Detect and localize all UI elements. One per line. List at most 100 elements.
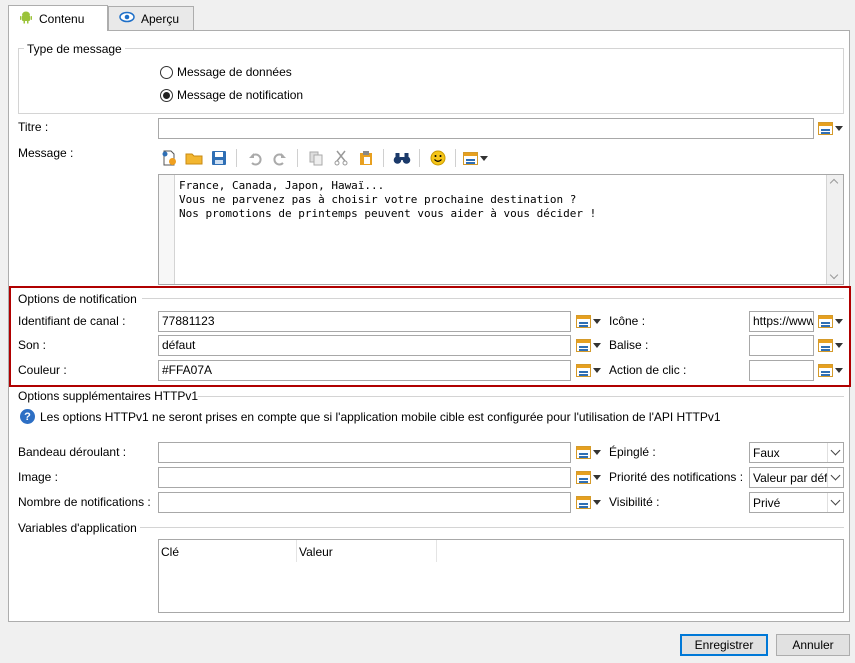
image-picker[interactable] <box>576 471 601 484</box>
insert-field-icon <box>818 122 833 135</box>
chevron-down-icon <box>593 343 601 348</box>
cut-icon[interactable] <box>330 148 351 169</box>
new-icon[interactable] <box>158 148 179 169</box>
channel-id-label: Identifiant de canal : <box>18 314 126 328</box>
android-icon <box>19 10 33 27</box>
eye-icon <box>119 11 135 26</box>
question-icon: ? <box>20 409 35 424</box>
message-text[interactable]: France, Canada, Japon, Hawaï... Vous ne … <box>179 179 596 221</box>
pinned-label: Épinglé : <box>609 445 656 459</box>
sound-input[interactable]: défaut <box>158 335 571 356</box>
message-editor[interactable]: France, Canada, Japon, Hawaï... Vous ne … <box>158 174 844 285</box>
click-action-input[interactable] <box>749 360 814 381</box>
color-picker[interactable] <box>576 364 601 377</box>
tab-content-label: Contenu <box>39 11 85 26</box>
chevron-down-icon[interactable] <box>827 468 843 487</box>
visibility-label: Visibilité : <box>609 495 660 509</box>
undo-icon[interactable] <box>244 148 265 169</box>
insert-field-icon <box>576 471 591 484</box>
icon-input[interactable]: https://www <box>749 311 814 332</box>
copy-icon[interactable] <box>305 148 326 169</box>
tag-label: Balise : <box>609 338 649 352</box>
save-button[interactable]: Enregistrer <box>680 634 768 656</box>
sound-picker[interactable] <box>576 339 601 352</box>
radio-notification-message[interactable]: Message de notification <box>160 88 303 102</box>
scroll-down-icon[interactable] <box>829 270 839 280</box>
chevron-down-icon <box>835 126 843 131</box>
column-header-key[interactable]: Clé <box>159 540 297 562</box>
notification-count-picker[interactable] <box>576 496 601 509</box>
column-header-value[interactable]: Valeur <box>297 540 437 562</box>
chevron-down-icon <box>593 450 601 455</box>
open-folder-icon[interactable] <box>183 148 204 169</box>
message-type-legend: Type de message <box>24 42 125 56</box>
visibility-select-value: Privé <box>753 495 781 510</box>
radio-notification-message-dot[interactable] <box>160 88 173 102</box>
image-label: Image : <box>18 470 59 484</box>
app-variables-table[interactable]: Clé Valeur <box>158 539 844 613</box>
channel-id-input[interactable]: 77881123 <box>158 311 571 332</box>
icon-picker[interactable] <box>818 315 843 328</box>
priority-label: Priorité des notifications : <box>609 470 744 484</box>
tab-content[interactable]: Contenu <box>8 5 108 31</box>
tag-input[interactable] <box>749 335 814 356</box>
visibility-select[interactable]: Privé <box>749 492 844 513</box>
message-label: Message : <box>18 146 74 160</box>
pinned-select[interactable]: Faux <box>749 442 844 463</box>
notification-count-input[interactable] <box>158 492 571 513</box>
priority-select[interactable]: Valeur par défaut <box>749 467 844 488</box>
radio-notification-message-label: Message de notification <box>177 88 304 102</box>
toolbar-separator <box>419 149 420 167</box>
app-variables-legend: Variables d'application <box>18 521 137 535</box>
image-input[interactable] <box>158 467 571 488</box>
insert-field-icon <box>576 496 591 509</box>
extra-options-rule <box>198 396 844 397</box>
insert-field-icon <box>576 446 591 459</box>
cancel-button[interactable]: Annuler <box>776 634 850 656</box>
paste-icon[interactable] <box>355 148 376 169</box>
save-icon[interactable] <box>208 148 229 169</box>
chevron-down-icon <box>835 319 843 324</box>
title-input[interactable] <box>158 118 814 139</box>
color-input[interactable]: #FFA07A <box>158 360 571 381</box>
emoji-icon[interactable] <box>427 148 448 169</box>
ticker-input[interactable] <box>158 442 571 463</box>
chevron-down-icon[interactable] <box>827 493 843 512</box>
chevron-down-icon[interactable] <box>827 443 843 462</box>
message-type-group <box>18 48 844 114</box>
chevron-down-icon <box>593 368 601 373</box>
notification-options-legend: Options de notification <box>18 292 137 306</box>
scroll-up-icon[interactable] <box>829 178 839 188</box>
priority-select-value: Valeur par défaut <box>753 470 827 485</box>
click-action-picker[interactable] <box>818 364 843 377</box>
insert-field-dropdown[interactable] <box>463 151 488 165</box>
icon-label: Icône : <box>609 314 646 328</box>
find-icon[interactable] <box>391 148 412 169</box>
extra-options-legend: Options supplémentaires HTTPv1 <box>18 389 199 403</box>
insert-field-icon <box>818 339 833 352</box>
radio-data-message-dot[interactable] <box>160 65 173 79</box>
redo-icon[interactable] <box>269 148 290 169</box>
tab-preview[interactable]: Aperçu <box>108 6 194 30</box>
channel-id-picker[interactable] <box>576 315 601 328</box>
insert-field-icon <box>818 315 833 328</box>
toolbar-separator <box>383 149 384 167</box>
tag-picker[interactable] <box>818 339 843 352</box>
title-label: Titre : <box>18 120 49 134</box>
title-field-picker[interactable] <box>818 122 843 135</box>
toolbar-separator <box>236 149 237 167</box>
radio-data-message[interactable]: Message de données <box>160 65 292 79</box>
chevron-down-icon <box>480 155 488 161</box>
toolbar-separator <box>455 149 456 167</box>
radio-data-message-label: Message de données <box>177 65 292 79</box>
app-variables-rule <box>140 527 844 528</box>
editor-scrollbar[interactable] <box>827 175 843 284</box>
chevron-down-icon <box>835 368 843 373</box>
notification-options-rule <box>142 298 844 299</box>
click-action-label: Action de clic : <box>609 363 687 377</box>
insert-field-icon <box>576 364 591 377</box>
tab-preview-label: Aperçu <box>141 11 180 26</box>
insert-field-icon <box>463 151 478 165</box>
ticker-picker[interactable] <box>576 446 601 459</box>
color-label: Couleur : <box>18 363 67 377</box>
